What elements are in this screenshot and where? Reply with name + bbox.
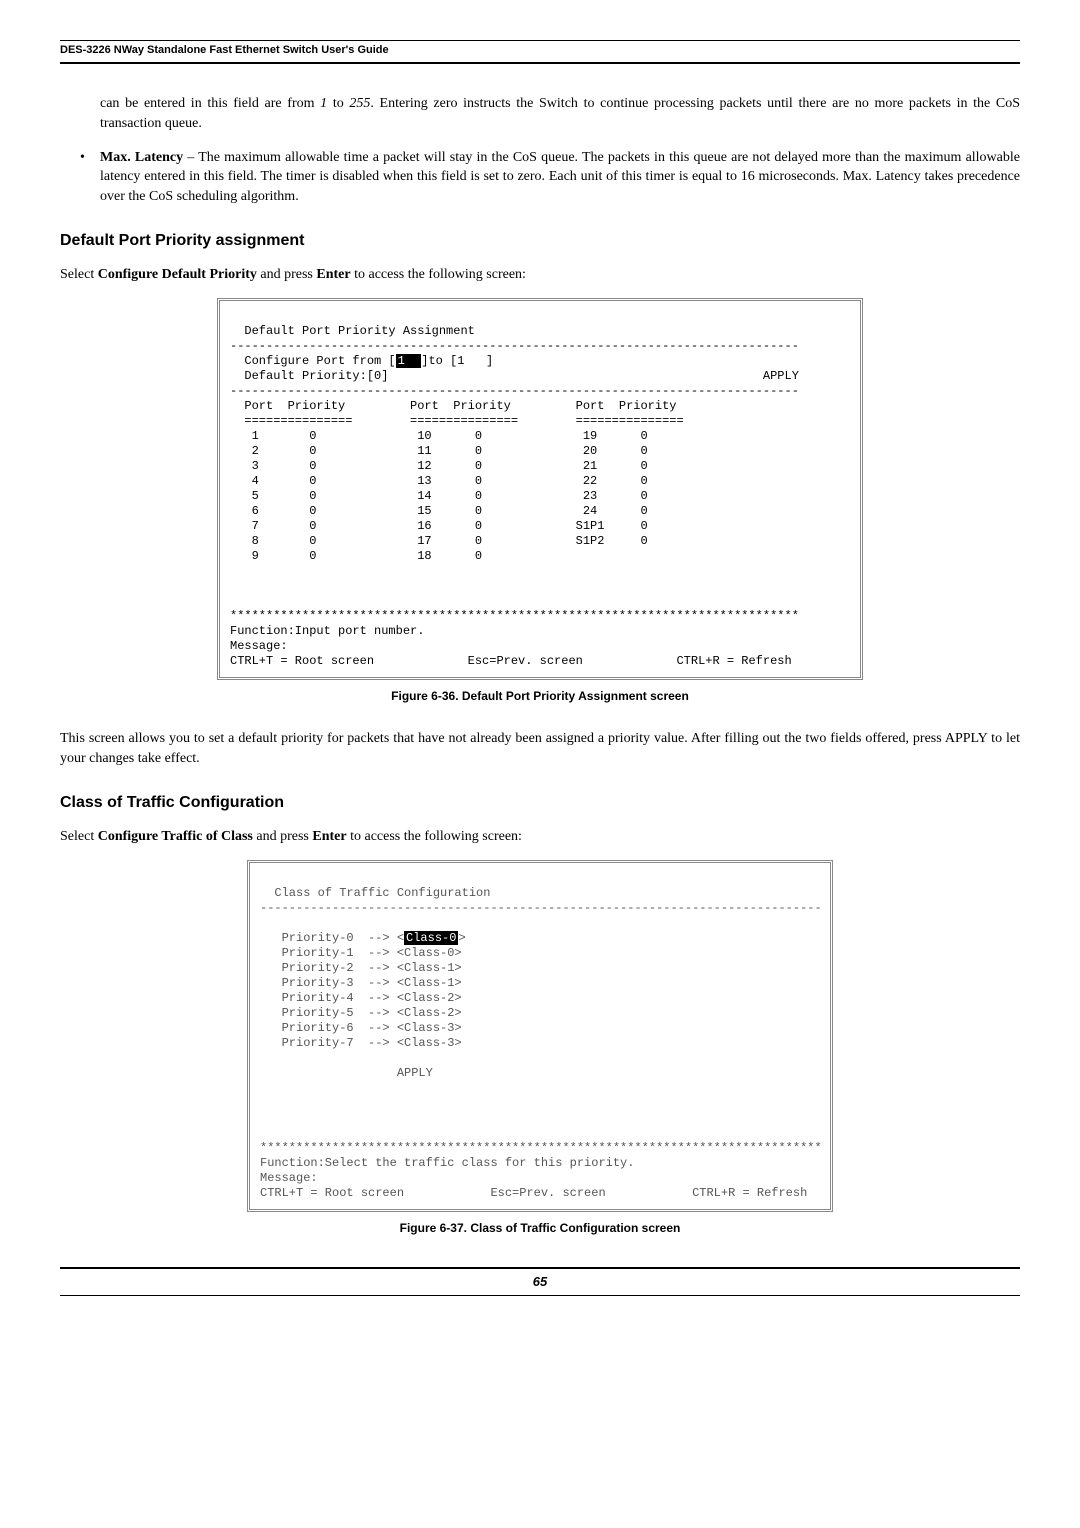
menu-name: Configure Default Priority: [98, 267, 257, 282]
section-heading: Class of Traffic Configuration: [60, 792, 1020, 814]
menu-name: Configure Traffic of Class: [98, 829, 253, 844]
terminal-line: ----------------------------------------…: [260, 901, 822, 915]
bullet-content: Max. Latency – The maximum allowable tim…: [100, 148, 1020, 207]
section-heading: Default Port Priority assignment: [60, 230, 1020, 252]
terminal-line: 5 0 14 0 23 0: [230, 489, 648, 503]
terminal-line: ****************************************…: [260, 1141, 822, 1155]
terminal-line: ----------------------------------------…: [230, 339, 799, 353]
terminal-highlight: 1: [396, 354, 422, 368]
terminal-line: APPLY: [260, 1066, 433, 1080]
range-end: 255: [349, 96, 370, 111]
terminal-line: Class of Traffic Configuration: [260, 886, 490, 900]
terminal-line: Default Priority:[0] APPLY: [230, 369, 799, 383]
figure-caption: Figure 6-37. Class of Traffic Configurat…: [60, 1220, 1020, 1237]
terminal-line: 8 0 17 0 S1P2 0: [230, 534, 648, 548]
terminal-line: 3 0 12 0 21 0: [230, 459, 648, 473]
terminal-line: Port Priority Port Priority Port Priorit…: [230, 399, 676, 413]
intro-paragraph: can be entered in this field are from 1 …: [100, 94, 1020, 133]
terminal-line: Message:: [230, 639, 288, 653]
terminal-line: Priority-4 --> <Class-2>: [260, 991, 462, 1005]
terminal-screenshot-2: Class of Traffic Configuration ---------…: [247, 860, 833, 1212]
bullet-item: • Max. Latency – The maximum allowable t…: [80, 148, 1020, 207]
terminal-line: Priority-5 --> <Class-2>: [260, 1006, 462, 1020]
terminal-line: Function:Select the traffic class for th…: [260, 1156, 634, 1170]
text: and press: [253, 829, 313, 844]
text: Select: [60, 267, 98, 282]
terminal-highlight: Class-0: [404, 931, 458, 945]
terminal-screenshot-1: Default Port Priority Assignment -------…: [217, 298, 863, 680]
text: Select: [60, 829, 98, 844]
terminal-line: Configure Port from [: [230, 354, 396, 368]
terminal-line: 9 0 18 0: [230, 549, 482, 563]
bullet-label: Max. Latency: [100, 150, 183, 165]
terminal-line: 4 0 13 0 22 0: [230, 474, 648, 488]
terminal-line: 2 0 11 0 20 0: [230, 444, 648, 458]
terminal-line: CTRL+T = Root screen Esc=Prev. screen CT…: [260, 1186, 807, 1200]
terminal-line: CTRL+T = Root screen Esc=Prev. screen CT…: [230, 654, 792, 668]
bullet-body: – The maximum allowable time a packet wi…: [100, 150, 1020, 204]
terminal-line: ----------------------------------------…: [230, 384, 799, 398]
text: to: [327, 96, 349, 111]
terminal-line: Priority-2 --> <Class-1>: [260, 961, 462, 975]
text: can be entered in this field are from: [100, 96, 320, 111]
terminal-line: ]to [1 ]: [421, 354, 493, 368]
key-name: Enter: [312, 829, 346, 844]
terminal-line: Priority-7 --> <Class-3>: [260, 1036, 462, 1050]
terminal-line: ****************************************…: [230, 609, 799, 623]
text: and press: [257, 267, 317, 282]
terminal-line: =============== =============== ========…: [230, 414, 684, 428]
figure-caption: Figure 6-36. Default Port Priority Assig…: [60, 688, 1020, 705]
terminal-line: 1 0 10 0 19 0: [230, 429, 648, 443]
instruction-paragraph: Select Configure Default Priority and pr…: [60, 265, 1020, 285]
text: to access the following screen:: [351, 267, 526, 282]
terminal-line: Priority-1 --> <Class-0>: [260, 946, 462, 960]
description-paragraph: This screen allows you to set a default …: [60, 729, 1020, 768]
text: to access the following screen:: [347, 829, 522, 844]
bullet-icon: •: [80, 148, 100, 207]
key-name: Enter: [316, 267, 350, 282]
instruction-paragraph: Select Configure Traffic of Class and pr…: [60, 827, 1020, 847]
page-header: DES-3226 NWay Standalone Fast Ethernet S…: [60, 40, 1020, 64]
terminal-line: Function:Input port number.: [230, 624, 424, 638]
terminal-line: Default Port Priority Assignment: [230, 324, 475, 338]
terminal-line: Priority-3 --> <Class-1>: [260, 976, 462, 990]
terminal-line: 7 0 16 0 S1P1 0: [230, 519, 648, 533]
terminal-line: 6 0 15 0 24 0: [230, 504, 648, 518]
terminal-line: Message:: [260, 1171, 318, 1185]
terminal-line: Priority-0 --> <: [260, 931, 404, 945]
terminal-line: >: [458, 931, 465, 945]
page-footer: 65: [60, 1267, 1020, 1296]
terminal-line: Priority-6 --> <Class-3>: [260, 1021, 462, 1035]
